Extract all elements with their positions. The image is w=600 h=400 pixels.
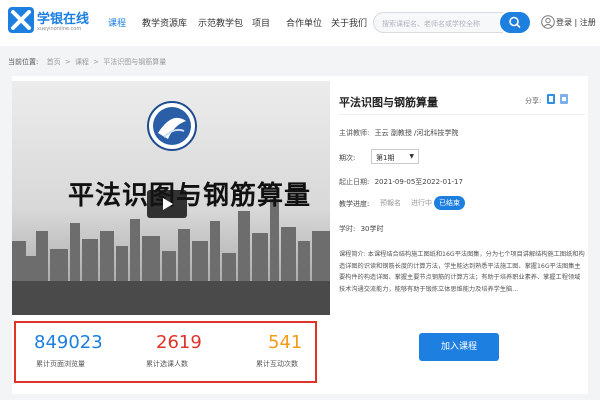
breadcrumb-courses[interactable]: 课程 (75, 58, 89, 66)
stat-enrollments-value: 2619 (156, 332, 202, 353)
course-description: 课程简介: 本课程结合结构施工图纸和16G平法图集，分为七个项目讲解结构施工图纸… (339, 251, 585, 293)
logo-subtitle: xueyinonline.com (37, 26, 82, 32)
progress-step-ended: 已结束 (434, 196, 465, 210)
term-label: 期次: (339, 154, 356, 162)
user-icon[interactable] (541, 15, 555, 29)
stat-enrollments-label: 累计选课人数 (146, 360, 188, 368)
progress-step-prereg: 预報名 (380, 199, 401, 207)
breadcrumb: 当前位置: 首页 > 课程 > 平法识图与钢筋算量 (8, 57, 166, 67)
stat-page-views-value: 849023 (34, 332, 103, 353)
date-label: 起止日期: (339, 178, 370, 186)
course-card: 平法识图与钢筋算量 849023 累计页面浏览量 2619 累计选课人数 541… (12, 76, 588, 394)
search-input[interactable]: 搜索课程名、老师名或学校全称 (373, 12, 503, 33)
play-icon (163, 198, 173, 210)
share-label: 分享: (525, 97, 542, 105)
top-header: 学银在线 xueyinonline.com 课程 教学资源库 示范教学包 项目 … (0, 0, 600, 46)
progress-label: 教学进度: (339, 200, 370, 208)
search-button[interactable] (500, 12, 530, 33)
term-select-value: 第1期 (376, 154, 395, 162)
logo-title[interactable]: 学银在线 (37, 8, 89, 27)
date-value: 2021-09-05至2022-01-17 (374, 178, 463, 186)
hours-row: 学时: 30学时 (339, 224, 384, 234)
share-qq-icon[interactable] (547, 94, 555, 104)
hours-label: 学时: (339, 225, 356, 233)
nav-projects[interactable]: 项目 (252, 16, 270, 29)
chevron-down-icon: ▼ (409, 153, 414, 160)
nav-partners[interactable]: 合作单位 (286, 16, 322, 29)
video-title: 平法识图与钢筋算量 (68, 181, 312, 211)
hours-value: 30学时 (360, 225, 384, 233)
course-video[interactable]: 平法识图与钢筋算量 (12, 81, 330, 315)
nav-demo-packages[interactable]: 示范教学包 (198, 16, 243, 29)
logo-icon[interactable] (8, 7, 34, 33)
stat-page-views-label: 累计页面浏览量 (36, 360, 85, 368)
course-title: 平法识图与钢筋算量 (339, 96, 438, 109)
stats-panel: 849023 累计页面浏览量 2619 累计选课人数 541 累计互动次数 (14, 321, 317, 383)
login-register-link[interactable]: 登录 | 注册 (556, 17, 596, 28)
nav-courses[interactable]: 课程 (108, 16, 126, 29)
breadcrumb-prefix: 当前位置: (8, 58, 39, 66)
search-icon (509, 16, 521, 28)
progress-step-ongoing: 进行中 (411, 199, 432, 207)
join-course-button[interactable]: 加入课程 (419, 333, 499, 361)
breadcrumb-separator: > (64, 58, 71, 66)
teacher-value: 王云 副教授 /河北科技学院 (374, 129, 459, 137)
date-row: 起止日期: 2021-09-05至2022-01-17 (339, 177, 463, 187)
stat-interactions-value: 541 (268, 332, 303, 353)
breadcrumb-home[interactable]: 首页 (47, 58, 61, 66)
stat-interactions-label: 累计互动次数 (256, 360, 298, 368)
term-select[interactable]: 第1期 ▼ (371, 149, 419, 164)
play-button[interactable] (147, 190, 187, 218)
teacher-label: 主讲教师: (339, 129, 370, 137)
title-divider (339, 114, 585, 115)
teacher-row: 主讲教师: 王云 副教授 /河北科技学院 (339, 128, 458, 138)
nav-resource-library[interactable]: 教学资源库 (142, 16, 187, 29)
share-weixin-icon[interactable] (560, 94, 568, 104)
nav-about-us[interactable]: 关于我们 (331, 16, 367, 29)
breadcrumb-separator: > (93, 58, 100, 66)
breadcrumb-current: 平法识图与钢筋算量 (103, 58, 167, 66)
